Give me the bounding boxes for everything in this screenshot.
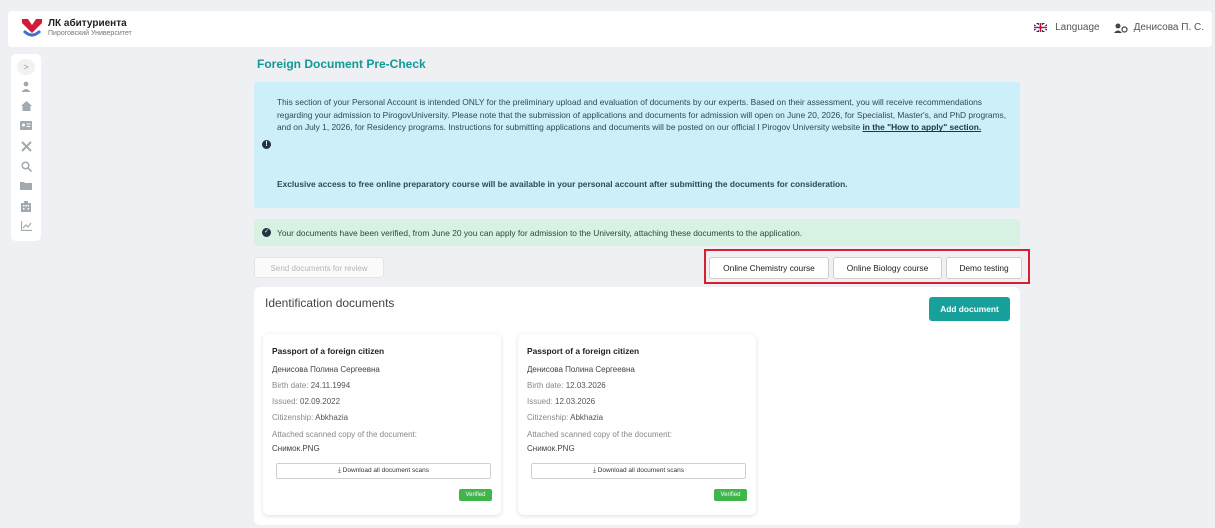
user-icon (1113, 23, 1128, 33)
document-title: Passport of a foreign citizen (272, 346, 385, 356)
citizenship-value: Abkhazia (570, 413, 604, 422)
add-document-button[interactable]: Add document (929, 297, 1010, 321)
logo[interactable]: ЛК абитуриента Пироговский Университет (20, 17, 132, 39)
issued-label: Issued: (272, 397, 298, 406)
documents-panel: Identification documents Add document Pa… (254, 287, 1020, 525)
download-scans-label: Download all document scans (597, 467, 685, 474)
page-title: Foreign Document Pre-Check (257, 57, 426, 71)
search-icon[interactable] (19, 161, 33, 173)
university-logo-icon (22, 19, 42, 37)
citizenship-label: Citizenship: (272, 413, 314, 422)
attached-file-name[interactable]: Снимок.PNG (527, 444, 575, 453)
info-alert-note: Exclusive access to free online preparat… (277, 179, 848, 189)
document-title: Passport of a foreign citizen (527, 346, 640, 356)
document-holder-name: Денисова Полина Сергеевна (272, 365, 380, 374)
tools-icon[interactable] (19, 141, 33, 153)
attached-label: Attached scanned copy of the document: (527, 430, 672, 439)
success-alert-text: Your documents have been verified, from … (277, 228, 803, 238)
success-alert: ✓ Your documents have been verified, fro… (254, 219, 1020, 246)
how-to-apply-link[interactable]: in the "How to apply" section. (862, 122, 981, 132)
document-holder-name: Денисова Полина Сергеевна (527, 365, 635, 374)
issued-value: 02.09.2022 (300, 397, 341, 406)
download-scans-button[interactable]: ⤓ Download all document scans (531, 463, 746, 479)
document-card: Passport of a foreign citizen Денисова П… (263, 334, 501, 515)
download-icon: ⤓ (337, 467, 341, 474)
documents-panel-title: Identification documents (265, 296, 395, 310)
home-icon[interactable] (19, 101, 33, 113)
demo-testing-button[interactable]: Demo testing (946, 257, 1022, 279)
attached-label: Attached scanned copy of the document: (272, 430, 417, 439)
logo-title: ЛК абитуриента (48, 18, 127, 29)
citizenship-label: Citizenship: (527, 413, 569, 422)
document-card: Passport of a foreign citizen Денисова П… (518, 334, 756, 515)
logo-subtitle: Пироговский Университет (48, 30, 132, 37)
verified-badge: Verified (459, 489, 492, 501)
download-scans-label: Download all document scans (342, 467, 430, 474)
language-selector[interactable]: Language (1055, 22, 1100, 33)
download-scans-button[interactable]: ⤓ Download all document scans (276, 463, 491, 479)
birth-date-value: 12.03.2026 (565, 381, 606, 390)
info-alert: ! This section of your Personal Account … (254, 82, 1020, 208)
building-icon[interactable] (19, 201, 33, 213)
chevron-right-icon[interactable]: > (17, 59, 35, 75)
user-icon[interactable] (19, 81, 33, 93)
biology-course-button[interactable]: Online Biology course (833, 257, 942, 279)
birth-date-label: Birth date: (527, 381, 564, 390)
attached-file-name[interactable]: Снимок.PNG (272, 444, 320, 453)
download-icon: ⤓ (592, 467, 596, 474)
birth-date-label: Birth date: (272, 381, 309, 390)
folder-icon[interactable] (19, 181, 33, 193)
user-name[interactable]: Денисова П. С. (1134, 22, 1204, 33)
check-circle-icon: ✓ (262, 228, 271, 237)
verified-badge: Verified (714, 489, 747, 501)
chart-icon[interactable] (19, 221, 33, 233)
info-icon: ! (262, 140, 271, 149)
issued-label: Issued: (527, 397, 553, 406)
issued-value: 12.03.2026 (555, 397, 596, 406)
citizenship-value: Abkhazia (315, 413, 349, 422)
top-bar: ЛК абитуриента Пироговский Университет L… (8, 11, 1212, 47)
chemistry-course-button[interactable]: Online Chemistry course (709, 257, 829, 279)
sidebar: > (11, 54, 41, 241)
send-documents-button[interactable]: Send documents for review (254, 257, 384, 278)
id-card-icon[interactable] (19, 121, 33, 133)
birth-date-value: 24.11.1994 (310, 381, 351, 390)
uk-flag-icon[interactable] (1034, 23, 1048, 32)
